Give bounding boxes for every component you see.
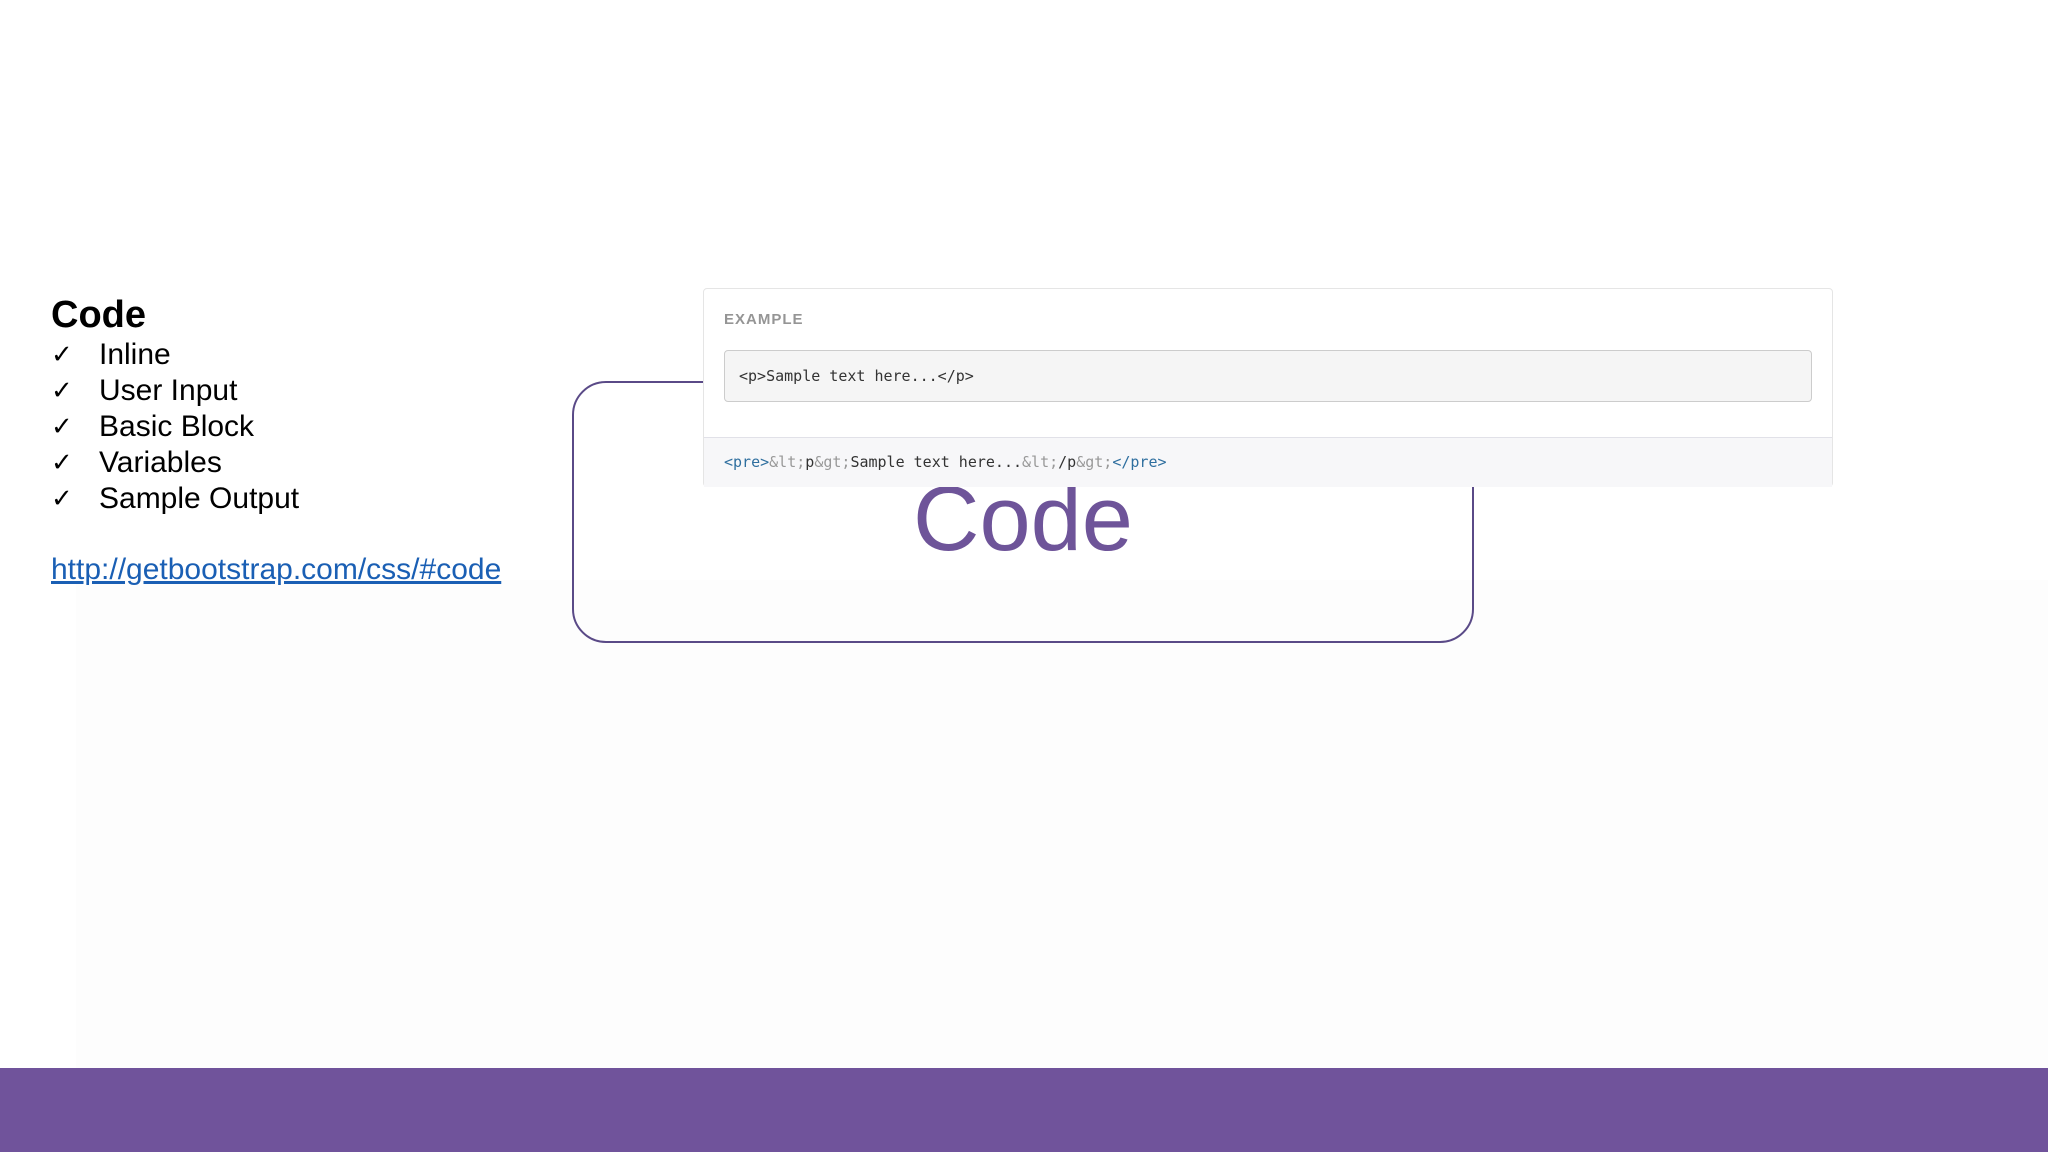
list-item: ✓ Basic Block: [51, 409, 571, 445]
example-rendered-output: <p>Sample text here...</p>: [724, 350, 1812, 402]
code-token: p: [805, 453, 815, 471]
checkmark-icon: ✓: [51, 376, 73, 406]
slide-heading: Code: [51, 294, 146, 336]
list-item: ✓ User Input: [51, 373, 571, 409]
list-item-label: Basic Block: [99, 410, 255, 443]
checkmark-icon: ✓: [51, 484, 73, 514]
code-token: &gt;: [814, 453, 851, 471]
code-token: </pre>: [1112, 453, 1167, 471]
list-item-label: Sample Output: [99, 482, 300, 515]
checkmark-icon: ✓: [51, 412, 73, 442]
footer-bar: [0, 1068, 2048, 1152]
code-token: &lt;: [1022, 453, 1059, 471]
example-label: EXAMPLE: [724, 311, 804, 328]
checkmark-icon: ✓: [51, 340, 73, 370]
slide: Code ✓ Inline ✓ User Input ✓ Basic Block…: [0, 0, 2048, 1152]
list-item: ✓ Variables: [51, 445, 571, 481]
code-token: Sample text here...: [850, 453, 1023, 471]
checkmark-icon: ✓: [51, 448, 73, 478]
list-item: ✓ Sample Output: [51, 481, 571, 517]
content-background: [76, 580, 2048, 1068]
code-example-card: EXAMPLE <p>Sample text here...</p> <pre>…: [703, 288, 1833, 487]
list-item-label: User Input: [99, 374, 238, 407]
code-token: &lt;: [769, 453, 806, 471]
code-token: <pre>: [724, 453, 770, 471]
list-item-label: Inline: [99, 338, 171, 371]
code-token: &gt;: [1076, 453, 1113, 471]
checklist: ✓ Inline ✓ User Input ✓ Basic Block ✓ Va…: [51, 337, 571, 517]
list-item: ✓ Inline: [51, 337, 571, 373]
bootstrap-code-link[interactable]: http://getbootstrap.com/css/#code: [51, 553, 501, 587]
topic-panel: Code ✓ Inline ✓ User Input ✓ Basic Block…: [51, 293, 571, 587]
example-source-code: <pre>&lt;p&gt;Sample text here...&lt;/p&…: [704, 437, 1832, 487]
code-token: /p: [1058, 453, 1077, 471]
list-item-label: Variables: [99, 446, 222, 479]
